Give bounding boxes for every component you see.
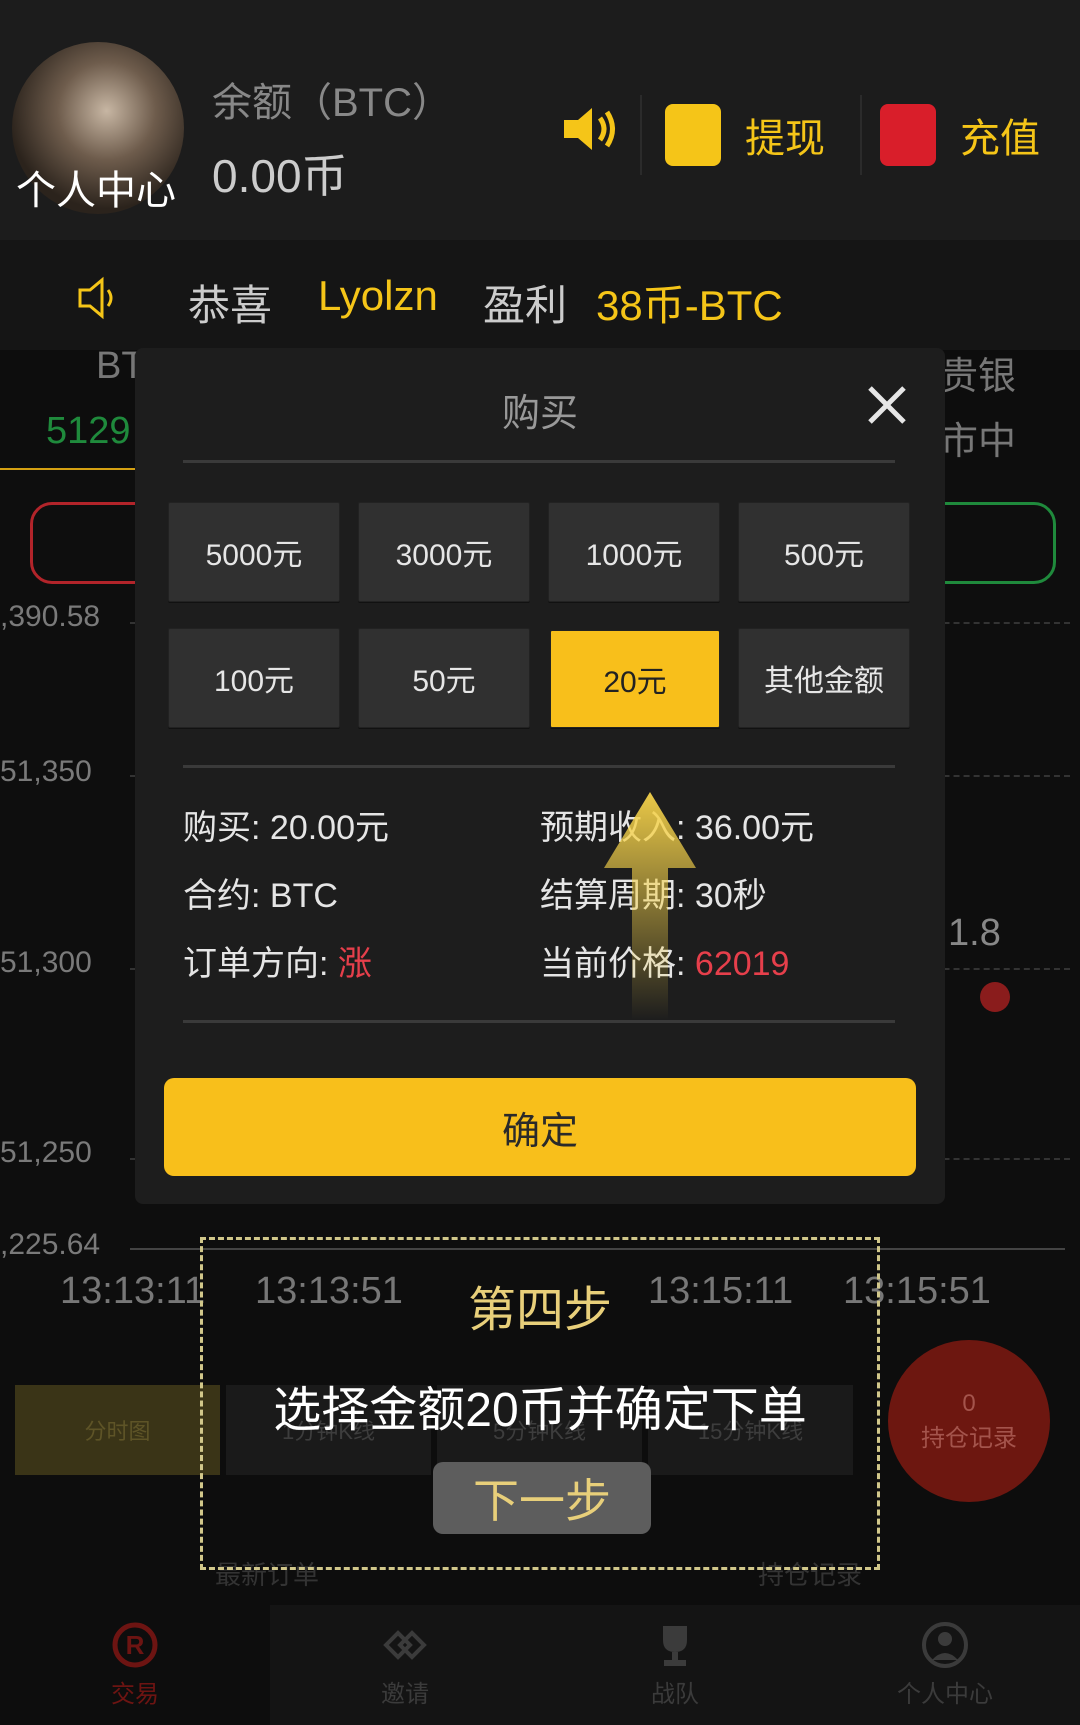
announcement-middle: 盈利 [483, 282, 568, 329]
purchase-modal [135, 348, 945, 1204]
avatar-label: 个人中心 [16, 169, 176, 213]
recharge-label: 充值 [960, 117, 1040, 161]
modal-divider [183, 460, 895, 463]
hold-label: 持仓记录 [921, 1424, 1017, 1452]
amount-option-100[interactable]: 100元 [168, 628, 340, 728]
modal-title: 购买 [501, 393, 578, 435]
expected-income-value: 36.00元 [694, 809, 814, 847]
invite-icon [383, 1629, 427, 1660]
guide-arrow-up-icon [604, 792, 696, 1020]
y-axis-label: ,225.64 [0, 1228, 101, 1261]
user-icon [922, 1621, 968, 1668]
hold-records-button[interactable]: 0 持仓记录 [888, 1340, 1050, 1502]
balance-value: 0.00币 [212, 150, 348, 202]
market-price: 5129 [46, 410, 131, 452]
y-axis-label: 51,350 [0, 755, 92, 788]
nav-invite[interactable]: 邀请 [270, 1605, 540, 1725]
nav-profile[interactable]: 个人中心 [810, 1605, 1080, 1725]
trade-icon: R [112, 1622, 158, 1667]
speaker-icon[interactable] [560, 104, 620, 154]
confirm-button[interactable]: 确定 [164, 1078, 916, 1176]
withdraw-button[interactable]: 提现 [665, 90, 865, 180]
nav-team-label: 战队 [651, 1680, 699, 1708]
buy-amount-value: 20.00元 [269, 809, 389, 847]
x-axis-label: 13:13:11 [60, 1270, 206, 1312]
svg-text:R: R [126, 1630, 145, 1660]
divider [860, 95, 862, 175]
y-axis-label: 51,250 [0, 1136, 92, 1169]
amount-option-other[interactable]: 其他金额 [738, 628, 910, 728]
chart-value-label: 1.8 [948, 912, 1001, 954]
nav-invite-label: 邀请 [381, 1680, 429, 1708]
trophy-icon [663, 1625, 687, 1666]
current-price-value: 62019 [694, 945, 790, 983]
modal-divider [183, 1020, 895, 1023]
next-step-button[interactable]: 下一步 [433, 1462, 651, 1534]
modal-divider [183, 765, 895, 768]
guide-step-title: 第四步 [467, 1284, 612, 1337]
order-direction-row: 订单方向: 涨 [183, 936, 372, 985]
divider [640, 95, 642, 175]
recharge-button[interactable]: 充值 [880, 90, 1070, 180]
settlement-period-value: 30秒 [694, 877, 767, 915]
amount-option-500[interactable]: 500元 [738, 502, 910, 602]
nav-team[interactable]: 战队 [540, 1605, 810, 1725]
announcement-amount: 38币-BTC [596, 282, 783, 329]
bottom-nav: R 交易 邀请 战队 个人中心 [0, 1605, 1080, 1725]
market-tab-silver[interactable]: 贵银 [940, 345, 1016, 400]
nav-trade[interactable]: R 交易 [0, 1605, 270, 1725]
amount-option-1000[interactable]: 1000元 [548, 502, 720, 602]
announcement-prefix: 恭喜 [188, 282, 273, 329]
amount-option-3000[interactable]: 3000元 [358, 502, 530, 602]
close-icon[interactable] [862, 380, 912, 430]
withdraw-label: 提现 [745, 117, 825, 161]
hold-count: 0 [962, 1389, 976, 1417]
balance-label: 余额（BTC） [212, 81, 452, 125]
y-axis-label: ,390.58 [0, 600, 101, 633]
tab-timeshare[interactable]: 分时图 [15, 1385, 220, 1475]
amount-option-50[interactable]: 50元 [358, 628, 530, 728]
amount-option-5000[interactable]: 5000元 [168, 502, 340, 602]
current-price-dot [980, 982, 1010, 1012]
contract-value: BTC [269, 877, 338, 915]
market-tab-silver-sub: 市中 [940, 421, 1017, 463]
recharge-icon [880, 104, 936, 166]
nav-profile-label: 个人中心 [897, 1680, 993, 1708]
order-direction-value: 涨 [337, 945, 372, 983]
buy-amount-label: 购买: [183, 809, 270, 847]
amount-option-20-selected[interactable]: 20元 [550, 630, 720, 728]
order-direction-label: 订单方向: [183, 945, 338, 983]
buy-amount-row: 购买: 20.00元 [183, 800, 389, 849]
guide-instruction: 选择金额20币并确定下单 [273, 1384, 807, 1437]
contract-row: 合约: BTC [183, 868, 338, 917]
withdraw-icon [665, 104, 721, 166]
announcement-user: Lyolzn [318, 272, 438, 319]
contract-label: 合约: [183, 877, 270, 915]
y-axis-label: 51,300 [0, 946, 92, 979]
announcement-speaker-icon [78, 276, 113, 320]
nav-trade-label: 交易 [111, 1680, 159, 1708]
